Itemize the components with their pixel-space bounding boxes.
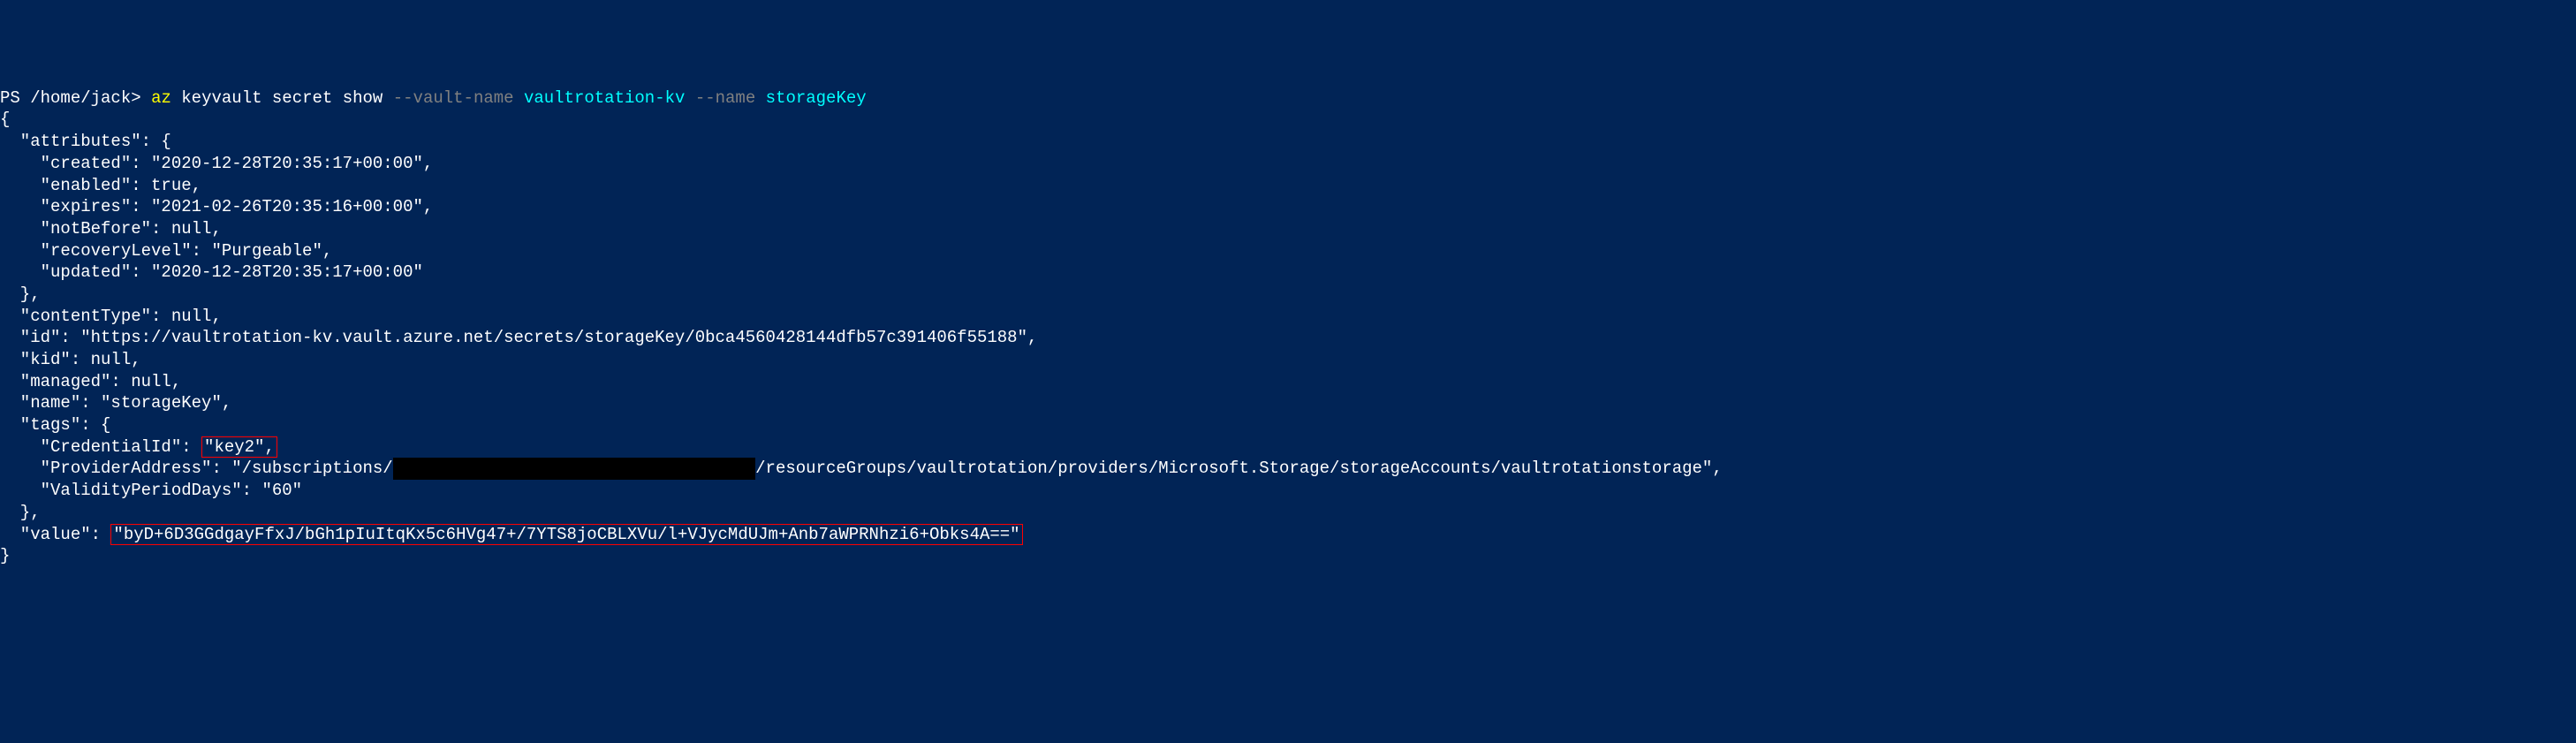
- credid-highlight: "key2",: [201, 436, 277, 458]
- arg-name: storageKey: [766, 88, 867, 108]
- terminal-output: PS /home/jack> az keyvault secret show -…: [0, 87, 2576, 567]
- provaddr-post: /resourceGroups/vaultrotation/providers/…: [755, 459, 1723, 478]
- json-attrs-close: },: [0, 284, 2576, 306]
- json-recoverylevel: "recoveryLevel": "Purgeable",: [0, 240, 2576, 262]
- cwd: /home/jack: [30, 88, 131, 108]
- json-enabled: "enabled": true,: [0, 175, 2576, 197]
- json-contenttype: "contentType": null,: [0, 306, 2576, 328]
- json-expires: "expires": "2021-02-26T20:35:16+00:00",: [0, 196, 2576, 218]
- prompt-line[interactable]: PS /home/jack> az keyvault secret show -…: [0, 87, 2576, 110]
- flag-vault-name: --vault-name: [393, 88, 524, 108]
- cmd-subcommand: keyvault secret show: [181, 88, 392, 108]
- json-attrs-open: "attributes": {: [0, 131, 2576, 153]
- value-highlight: "byD+6D3GGdgayFfxJ/bGh1pIuItqKx5c6HVg47+…: [110, 524, 1022, 545]
- provaddr-pre: "ProviderAddress": "/subscriptions/: [0, 459, 393, 478]
- json-notbefore: "notBefore": null,: [0, 218, 2576, 240]
- arg-vault-name: vaultrotation-kv: [524, 88, 695, 108]
- json-tags-close: },: [0, 502, 2576, 524]
- credid-key: "CredentialId":: [0, 437, 201, 457]
- json-name: "name": "storageKey",: [0, 392, 2576, 414]
- prompt-rangle: >: [131, 88, 151, 108]
- json-close: }: [0, 545, 2576, 567]
- json-value: "value": "byD+6D3GGdgayFfxJ/bGh1pIuItqKx…: [0, 524, 2576, 546]
- json-validityperiod: "ValidityPeriodDays": "60": [0, 480, 2576, 502]
- json-managed: "managed": null,: [0, 371, 2576, 393]
- flag-name: --name: [695, 88, 766, 108]
- value-key: "value":: [0, 525, 110, 544]
- cmd-az: az: [151, 88, 181, 108]
- redacted-subscription-id: XXXXXXXXXXXXXXXXXXXXXXXXXXXXXXXXXXXX: [393, 458, 755, 480]
- json-created: "created": "2020-12-28T20:35:17+00:00",: [0, 153, 2576, 175]
- json-tags-open: "tags": {: [0, 414, 2576, 436]
- json-open: {: [0, 109, 2576, 131]
- json-provideraddress: "ProviderAddress": "/subscriptions/XXXXX…: [0, 458, 2576, 480]
- json-id: "id": "https://vaultrotation-kv.vault.az…: [0, 327, 2576, 349]
- ps-prefix: PS: [0, 88, 30, 108]
- json-kid: "kid": null,: [0, 349, 2576, 371]
- json-updated: "updated": "2020-12-28T20:35:17+00:00": [0, 262, 2576, 284]
- json-credentialid: "CredentialId": "key2",: [0, 436, 2576, 459]
